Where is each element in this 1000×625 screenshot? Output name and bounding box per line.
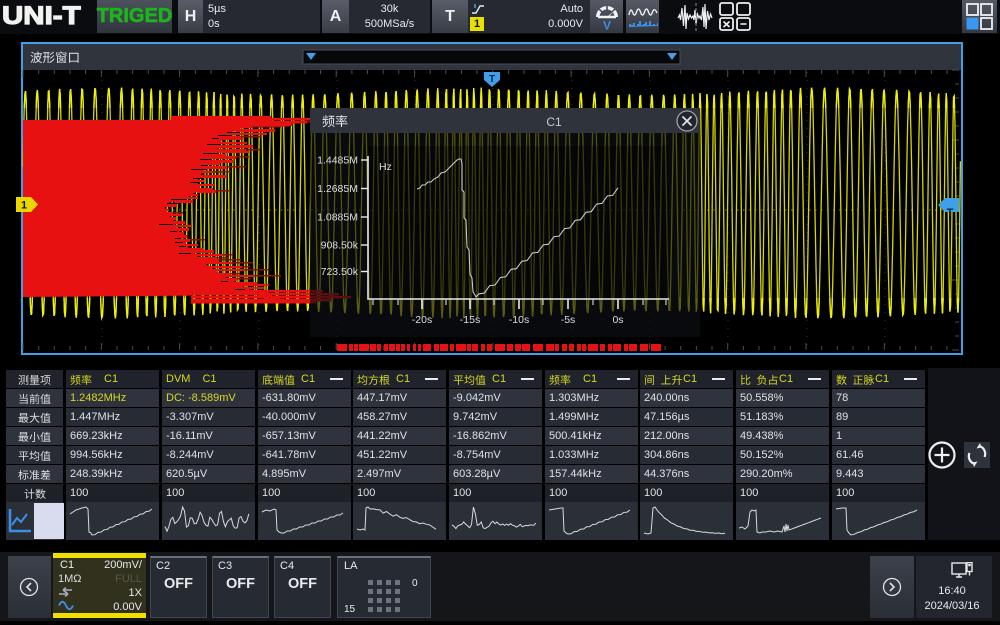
svg-text:V: V xyxy=(603,19,611,32)
svg-text:T: T xyxy=(947,207,954,219)
svg-text:-15s: -15s xyxy=(460,314,480,326)
svg-text:-5s: -5s xyxy=(561,314,576,326)
svg-text:-10s: -10s xyxy=(509,314,529,326)
svg-text:1.0885M: 1.0885M xyxy=(317,212,358,224)
svg-text:1.4485M: 1.4485M xyxy=(317,155,358,167)
svg-text:T: T xyxy=(489,74,495,85)
svg-text:1.2685M: 1.2685M xyxy=(317,183,358,195)
svg-text:Hz: Hz xyxy=(379,161,392,173)
svg-text:C1: C1 xyxy=(546,115,562,129)
svg-text:1: 1 xyxy=(21,200,27,212)
svg-text:0s: 0s xyxy=(612,314,623,326)
svg-text:-20s: -20s xyxy=(412,314,432,326)
svg-text:908.50k: 908.50k xyxy=(321,240,359,252)
svg-text:723.50k: 723.50k xyxy=(321,266,359,278)
